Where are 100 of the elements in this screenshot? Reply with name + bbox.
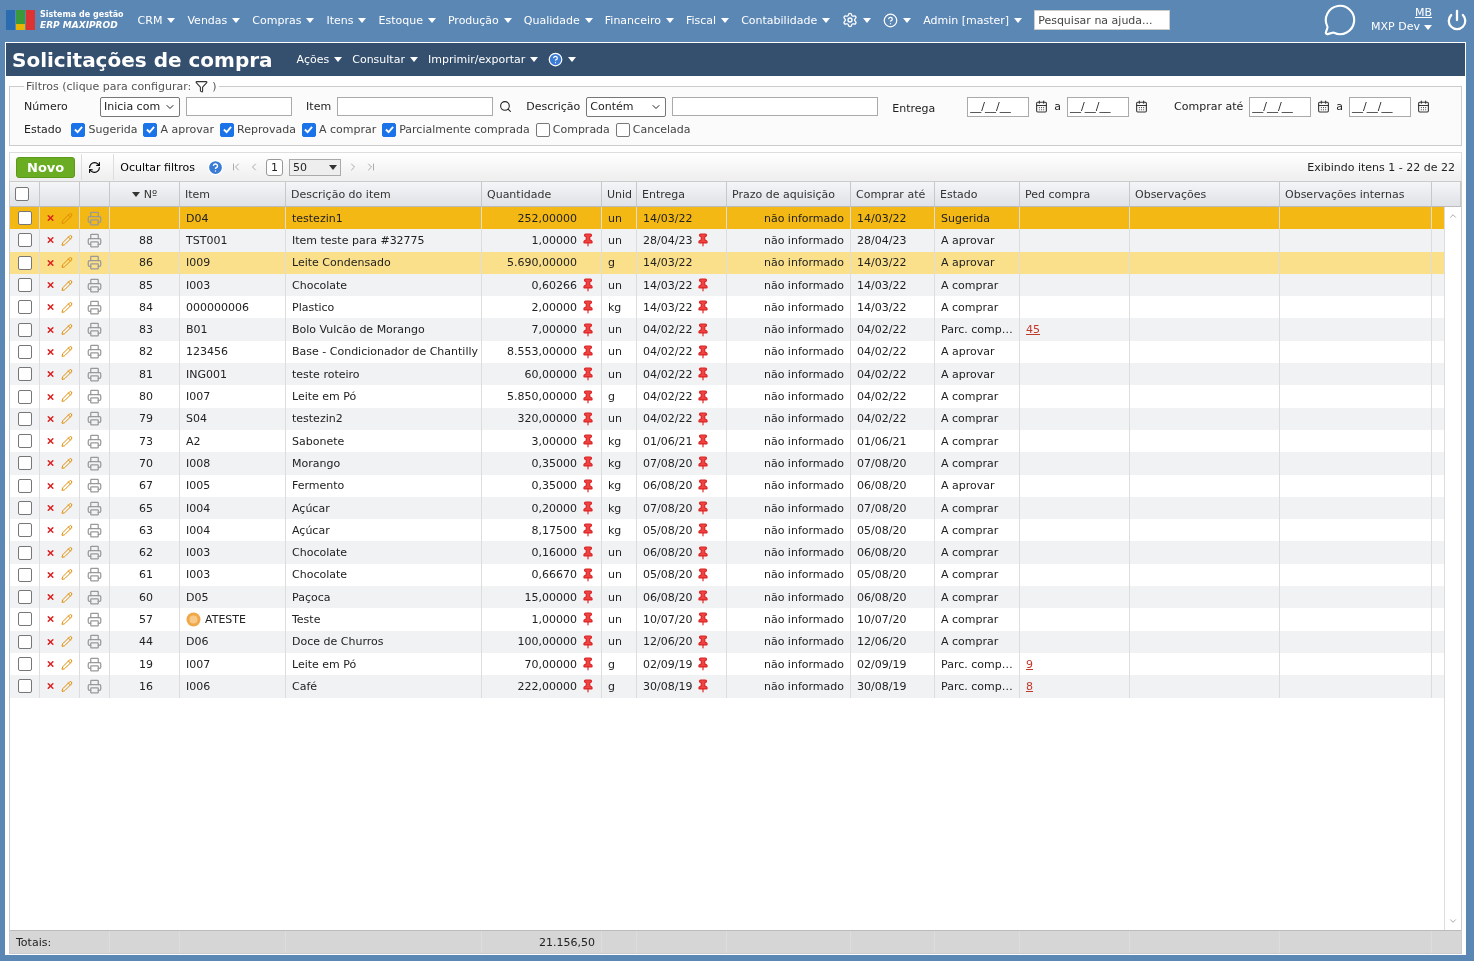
table-row[interactable]: 62 I003 Chocolate 0,16000 un 06/08/20 não informado 06/08/20 A comprar: [10, 541, 1444, 564]
pin-icon[interactable]: [581, 523, 595, 538]
pin-icon[interactable]: [696, 344, 711, 359]
pin-icon[interactable]: [581, 322, 595, 337]
help-icon[interactable]: [207, 158, 225, 176]
printer-icon[interactable]: [87, 612, 102, 627]
pin-icon[interactable]: [696, 612, 711, 627]
row-checkbox[interactable]: [17, 567, 32, 582]
row-checkbox[interactable]: [17, 233, 32, 248]
printer-icon[interactable]: [87, 634, 102, 650]
delete-icon[interactable]: [46, 369, 56, 380]
row-checkbox[interactable]: [17, 300, 32, 315]
printer-icon[interactable]: [87, 411, 102, 427]
date-field[interactable]: __/__/__: [1249, 96, 1312, 117]
state-checkbox[interactable]: A aprovar: [143, 122, 214, 137]
pin-icon[interactable]: [581, 612, 595, 627]
state-checkbox[interactable]: A comprar: [301, 122, 377, 137]
table-row[interactable]: 65 I004 Açúcar 0,20000 kg 07/08/20 não informado 07/08/20 A comprar: [10, 496, 1444, 520]
pin-icon[interactable]: [696, 478, 711, 493]
delete-icon[interactable]: [46, 413, 56, 424]
pin-icon[interactable]: [581, 679, 595, 694]
pin-icon[interactable]: [696, 278, 711, 293]
select-all-checkbox[interactable]: [15, 187, 29, 201]
state-checkbox[interactable]: Cancelada: [615, 122, 691, 137]
hide-filters-button[interactable]: Ocultar filtros: [113, 154, 202, 180]
menu-item[interactable]: Fiscal: [685, 13, 730, 27]
delete-icon[interactable]: [46, 681, 56, 692]
row-checkbox[interactable]: [17, 434, 32, 449]
user-menu[interactable]: Admin [master]: [923, 13, 1023, 27]
pin-icon[interactable]: [581, 657, 595, 672]
row-checkbox[interactable]: [17, 634, 32, 649]
row-checkbox[interactable]: [17, 344, 32, 359]
table-row[interactable]: 83 B01 Bolo Vulcão de Morango 7,00000 un 04/02/22 não informado 04/02/22 Parc. comp… 45: [10, 318, 1444, 341]
date-field[interactable]: __/__/__: [1067, 96, 1130, 117]
row-checkbox[interactable]: [17, 255, 32, 270]
pin-icon[interactable]: [581, 434, 595, 449]
power-icon[interactable]: [1446, 9, 1468, 31]
printer-icon[interactable]: [87, 344, 102, 360]
delete-icon[interactable]: [46, 614, 56, 625]
row-checkbox[interactable]: [17, 389, 32, 404]
calendar-icon[interactable]: [1135, 100, 1149, 113]
column-header[interactable]: Descrição do item: [286, 182, 482, 206]
column-header[interactable]: Item: [180, 182, 286, 206]
printer-icon[interactable]: [87, 545, 102, 561]
delete-icon[interactable]: [46, 547, 56, 558]
column-header[interactable]: Unid: [602, 182, 637, 206]
printer-icon[interactable]: [87, 232, 102, 248]
table-row[interactable]: 16 I006 Café 222,00000 g 30/08/19 não informado 30/08/19 Parc. comp… 8: [10, 675, 1444, 698]
printer-icon[interactable]: [87, 567, 102, 583]
pin-icon[interactable]: [581, 367, 595, 382]
menu-item[interactable]: Financeiro: [604, 13, 674, 27]
numero-field[interactable]: [186, 97, 293, 116]
printer-icon[interactable]: [87, 656, 102, 672]
table-row[interactable]: 86 I009 Leite Condensado 5.690,00000 g 14/03/22 não informado 14/03/22 A aprovar: [10, 251, 1444, 274]
pin-icon[interactable]: [581, 634, 595, 649]
row-checkbox[interactable]: [17, 590, 32, 605]
date-field[interactable]: __/__/__: [1349, 96, 1411, 117]
pin-icon[interactable]: [696, 389, 711, 404]
pin-icon[interactable]: [696, 411, 711, 426]
row-checkbox[interactable]: [17, 211, 32, 226]
item-field[interactable]: [337, 97, 494, 116]
filter-icon[interactable]: [195, 80, 209, 93]
pin-icon[interactable]: [696, 367, 711, 382]
column-header[interactable]: Quantidade: [482, 182, 602, 206]
row-checkbox[interactable]: [17, 456, 32, 471]
delete-icon[interactable]: [46, 280, 56, 291]
order-link[interactable]: 9: [1026, 657, 1033, 671]
search-icon[interactable]: [499, 100, 513, 113]
delete-icon[interactable]: [46, 636, 56, 647]
page-help-menu[interactable]: [548, 52, 577, 67]
pin-icon[interactable]: [696, 300, 711, 315]
printer-icon[interactable]: [87, 478, 102, 494]
pin-icon[interactable]: [581, 501, 595, 515]
per-page-select[interactable]: 50: [289, 158, 342, 176]
row-checkbox[interactable]: [17, 523, 32, 538]
row-checkbox[interactable]: [17, 501, 32, 515]
help-menu[interactable]: [883, 12, 912, 28]
printer-icon[interactable]: [87, 589, 102, 605]
date-field[interactable]: __/__/__: [967, 96, 1030, 117]
column-header[interactable]: Ped compra: [1020, 182, 1130, 206]
pencil-icon[interactable]: [61, 390, 73, 403]
table-row[interactable]: D04 testezin1 252,00000 un 14/03/22 não informado 14/03/22 Sugerida: [10, 207, 1444, 230]
printer-icon[interactable]: [87, 455, 102, 471]
state-checkbox[interactable]: Parcialmente comprada: [382, 122, 530, 137]
printer-icon[interactable]: [87, 389, 102, 404]
order-link[interactable]: 8: [1026, 679, 1033, 693]
delete-icon[interactable]: [46, 213, 56, 224]
row-checkbox[interactable]: [17, 367, 32, 382]
column-header[interactable]: Entrega: [637, 182, 727, 206]
delete-icon[interactable]: [46, 302, 56, 313]
delete-icon[interactable]: [46, 569, 56, 580]
table-row[interactable]: 79 S04 testezin2 320,00000 un 04/02/22 não informado 04/02/22 A comprar: [10, 407, 1444, 430]
delete-icon[interactable]: [46, 346, 56, 357]
calendar-icon[interactable]: [1417, 100, 1430, 113]
column-header[interactable]: Observações: [1130, 182, 1280, 206]
pin-icon[interactable]: [581, 590, 595, 605]
table-row[interactable]: 85 I003 Chocolate 0,60266 un 14/03/22 não informado 14/03/22 A comprar: [10, 273, 1444, 297]
printer-icon[interactable]: [87, 322, 102, 338]
row-checkbox[interactable]: [17, 278, 32, 293]
pin-icon[interactable]: [696, 523, 711, 538]
